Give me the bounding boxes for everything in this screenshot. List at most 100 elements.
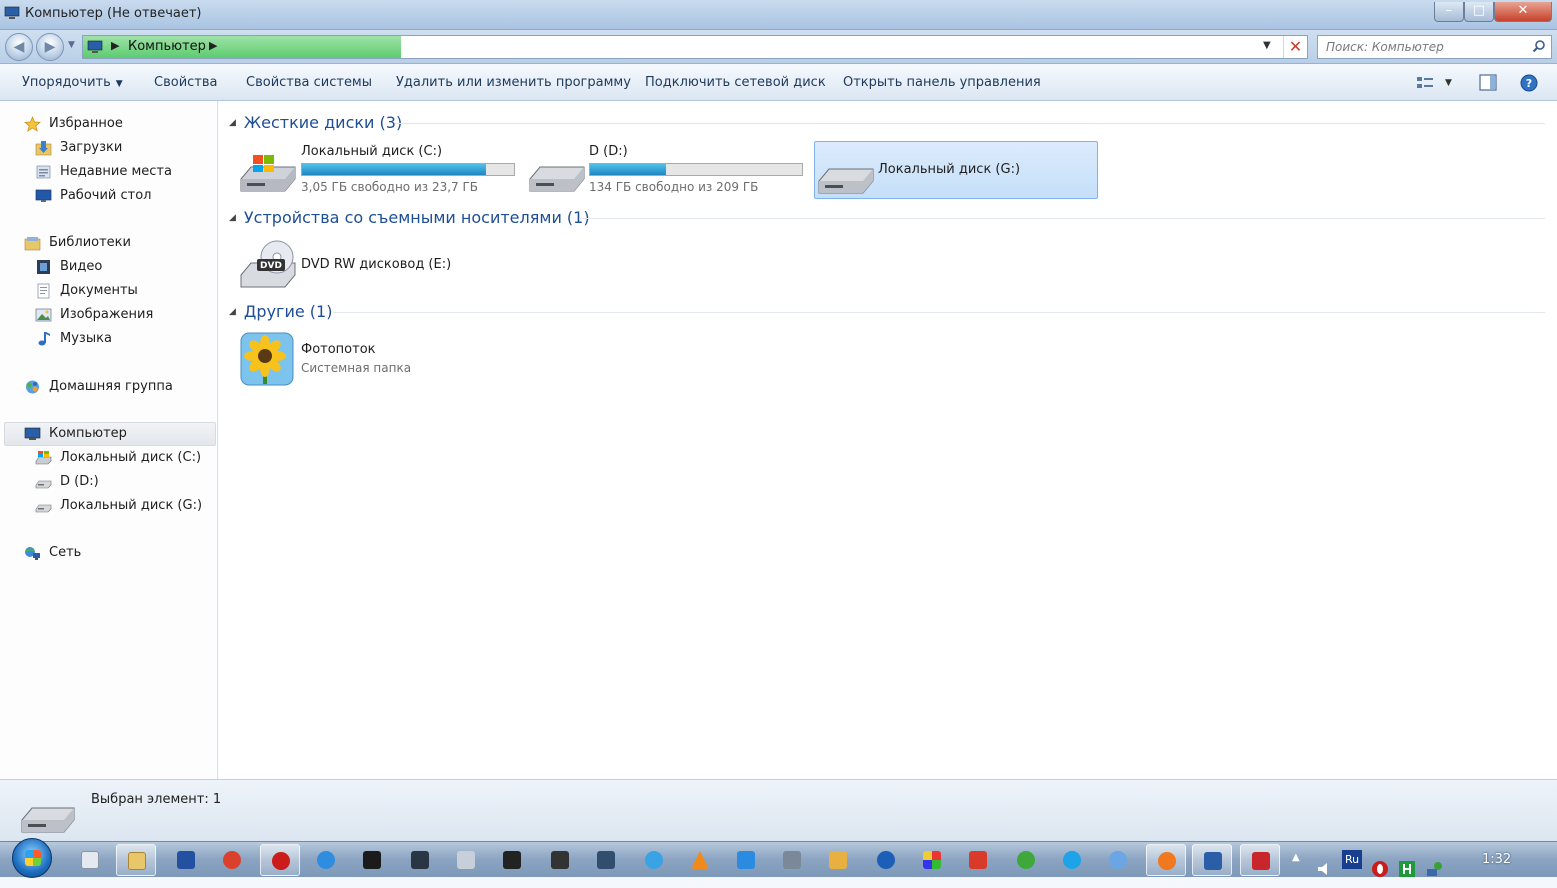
taskbar-app-camera[interactable]: [352, 844, 392, 876]
taskbar-app-qip[interactable]: [634, 844, 674, 876]
pdf-icon: [1252, 852, 1270, 870]
computer-icon: [87, 40, 103, 53]
taskbar-app-picasa[interactable]: [912, 844, 952, 876]
view-dropdown-icon[interactable]: ▼: [1445, 78, 1452, 88]
address-history-dropdown-icon[interactable]: ▼: [1263, 40, 1271, 51]
collapse-triangle-icon[interactable]: ◢: [229, 118, 236, 128]
network-tray-icon[interactable]: [1425, 851, 1443, 887]
taskbar-app-brush[interactable]: [818, 844, 858, 876]
language-indicator[interactable]: Ru: [1342, 850, 1362, 869]
group-header-removable[interactable]: ◢ Устройства со съемными носителями (1): [229, 208, 590, 230]
vlc-cone-icon: [691, 851, 709, 869]
forward-button[interactable]: ▶: [36, 33, 64, 61]
collapse-triangle-icon[interactable]: ◢: [229, 213, 236, 223]
taskbar-app-pdf[interactable]: [1240, 844, 1280, 876]
maximize-button[interactable]: □: [1464, 2, 1494, 22]
help-icon[interactable]: ?: [1520, 74, 1538, 92]
taskbar-app-itunes[interactable]: [1098, 844, 1138, 876]
group-header-hard-drives[interactable]: ◢ Жесткие диски (3): [229, 113, 402, 135]
taskbar-app-skype[interactable]: [1052, 844, 1092, 876]
taskbar-app-clapper[interactable]: [540, 844, 580, 876]
sidebar-item-label: Загрузки: [60, 140, 123, 155]
recent-pages-dropdown-icon[interactable]: ▼: [68, 40, 75, 50]
taskbar-app-file-icon[interactable]: [70, 844, 110, 876]
taskbar-app-ccleaner[interactable]: [212, 844, 252, 876]
opera-tray-icon[interactable]: [1371, 851, 1389, 887]
globe-icon: [877, 851, 895, 869]
taskbar-app-computer[interactable]: [1192, 844, 1232, 876]
sidebar-item-label: Недавние места: [60, 164, 172, 179]
drive-name: D (D:): [589, 144, 628, 159]
breadcrumb-separator-icon[interactable]: ▶: [111, 39, 119, 52]
drive-tile-d[interactable]: D (D:) 134 ГБ свободно из 209 ГБ: [528, 141, 808, 197]
close-button[interactable]: ✕: [1494, 2, 1552, 22]
search-icon[interactable]: [1532, 39, 1546, 53]
skype-icon: [1063, 851, 1081, 869]
taskbar-app-vlc[interactable]: [680, 844, 720, 876]
paint-icon: [457, 851, 475, 869]
taskbar-app-tool[interactable]: [772, 844, 812, 876]
taskbar-app-save[interactable]: [166, 844, 206, 876]
breadcrumb-computer[interactable]: Компьютер: [128, 39, 206, 54]
window-title: Компьютер (Не отвечает): [25, 6, 202, 21]
sidebar-item-label: D (D:): [60, 474, 99, 489]
computer-icon: [4, 6, 20, 19]
taskbar-app-opera[interactable]: [260, 844, 300, 876]
hard-drive-icon: [529, 166, 585, 192]
minimize-button[interactable]: –: [1434, 2, 1464, 22]
taskbar: ▲ Ru 1:32: [0, 838, 1557, 878]
hard-drive-icon: [21, 807, 75, 833]
address-bar[interactable]: ▶ Компьютер ▶ ▼ ✕: [82, 35, 1308, 59]
network-icon: [25, 547, 40, 560]
taskbar-app-media[interactable]: [586, 844, 626, 876]
qip-icon: [645, 851, 663, 869]
taskbar-app-photo[interactable]: [492, 844, 532, 876]
taskbar-app-globe[interactable]: [866, 844, 906, 876]
taskbar-app-mail[interactable]: [726, 844, 766, 876]
taskbar-clock[interactable]: 1:32: [1482, 852, 1511, 867]
drive-usage-fill: [590, 164, 667, 175]
bug-icon: [1017, 851, 1035, 869]
back-button[interactable]: ◀: [5, 33, 33, 61]
photostream-tile[interactable]: Фотопоток Системная папка: [239, 332, 469, 388]
group-header-other[interactable]: ◢ Другие (1): [229, 302, 332, 324]
sidebar-item-label: Библиотеки: [49, 235, 131, 250]
breadcrumb-separator-icon[interactable]: ▶: [209, 39, 217, 52]
properties-button[interactable]: Свойства: [154, 75, 218, 90]
organize-button[interactable]: Упорядочить ▼: [22, 75, 123, 90]
show-hidden-icons-icon[interactable]: ▲: [1292, 852, 1300, 888]
command-bar: Упорядочить ▼ Свойства Свойства системы У…: [0, 65, 1557, 101]
map-network-drive-button[interactable]: Подключить сетевой диск: [645, 75, 826, 90]
drive-tile-c[interactable]: Локальный диск (C:) 3,05 ГБ свободно из …: [239, 141, 519, 197]
taskbar-app-explorer[interactable]: [116, 844, 156, 876]
app-tray-icon[interactable]: [1398, 851, 1416, 887]
system-properties-button[interactable]: Свойства системы: [246, 75, 372, 90]
drive-tile-g[interactable]: Локальный диск (G:): [817, 143, 1095, 197]
view-options-icon[interactable]: [1416, 75, 1434, 91]
taskbar-app-ie[interactable]: [306, 844, 346, 876]
search-box[interactable]: [1317, 35, 1552, 59]
drive-usage-bar: [589, 163, 803, 176]
desktop-icon: [35, 189, 52, 202]
open-control-panel-button[interactable]: Открыть панель управления: [843, 75, 1041, 90]
drive-usage-bar: [301, 163, 515, 176]
start-button[interactable]: [12, 838, 52, 878]
star-icon: [24, 116, 41, 132]
uninstall-program-button[interactable]: Удалить или изменить программу: [396, 75, 631, 90]
hard-drive-icon: [35, 480, 52, 489]
taskbar-app-lightroom[interactable]: [400, 844, 440, 876]
collapse-triangle-icon[interactable]: ◢: [229, 307, 236, 317]
opera-icon: [272, 852, 290, 870]
taskbar-app-virus[interactable]: [1006, 844, 1046, 876]
taskbar-app-orange[interactable]: [1146, 844, 1186, 876]
taskbar-app-paint[interactable]: [446, 844, 486, 876]
search-input[interactable]: [1324, 38, 1524, 56]
preview-pane-icon[interactable]: [1479, 74, 1497, 91]
volume-icon[interactable]: [1316, 851, 1334, 887]
drive-name: Локальный диск (G:): [878, 162, 1021, 177]
stop-icon[interactable]: ✕: [1283, 36, 1307, 58]
ccleaner-icon: [223, 851, 241, 869]
taskbar-app-filezilla[interactable]: [958, 844, 998, 876]
dvd-drive-tile[interactable]: DVD DVD RW дисковод (E:): [239, 237, 499, 293]
floppy-icon: [177, 851, 195, 869]
